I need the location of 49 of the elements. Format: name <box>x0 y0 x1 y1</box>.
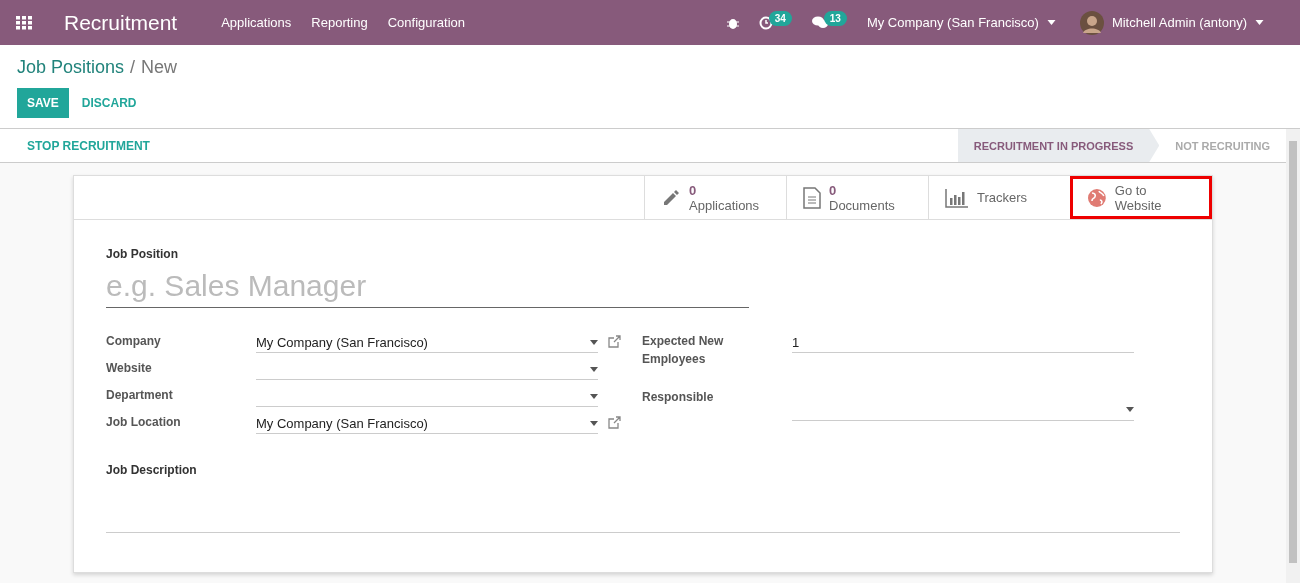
input-field[interactable]: 1 <box>792 332 1134 353</box>
caret-icon[interactable] <box>1126 407 1134 412</box>
caret-icon[interactable] <box>1046 20 1056 25</box>
activity-count-badge: 34 <box>768 11 792 26</box>
company-switcher[interactable]: My Company (San Francisco) <box>866 15 1056 30</box>
save-button[interactable]: SAVE <box>17 88 69 118</box>
external-link-icon[interactable] <box>608 335 621 348</box>
field-label: Department <box>106 387 174 404</box>
scrollbar[interactable] <box>1286 129 1300 583</box>
breadcrumb-current: New <box>141 57 178 78</box>
discard-button[interactable]: DISCARD <box>71 88 147 118</box>
field-label: Job Position <box>106 247 178 261</box>
stop-recruitment-button[interactable]: STOP RECRUITMENT <box>17 130 160 161</box>
field-label: Company <box>106 333 162 350</box>
message-count-badge: 13 <box>823 11 847 26</box>
caret-icon[interactable] <box>590 420 598 426</box>
avatar[interactable] <box>1079 10 1104 35</box>
external-link-icon[interactable] <box>608 416 621 429</box>
breadcrumb-separator: / <box>130 57 136 78</box>
clock-icon[interactable] <box>758 15 773 30</box>
chat-icon[interactable] <box>811 16 828 29</box>
app-title: Recruitment <box>64 10 178 35</box>
select-field[interactable]: My Company (San Francisco) <box>256 413 598 434</box>
pencil-icon <box>661 187 681 208</box>
caret-icon[interactable] <box>590 366 598 372</box>
caret-icon[interactable] <box>590 339 598 345</box>
globe-icon <box>1087 187 1107 208</box>
field-label: Expected New Employees <box>642 333 725 368</box>
stat-button[interactable]: 0 Documents <box>786 176 928 219</box>
bug-icon[interactable] <box>726 16 739 29</box>
caret-icon[interactable] <box>590 393 598 399</box>
field-label: Job Location <box>106 414 182 431</box>
stat-button[interactable]: 0 Applications <box>644 176 786 219</box>
menu-item[interactable]: Reporting <box>311 15 368 30</box>
breadcrumb-link[interactable]: Job Positions <box>17 57 125 78</box>
field-label: Website <box>106 360 153 377</box>
stat-button[interactable]: Go to Website <box>1070 176 1212 219</box>
document-icon <box>803 186 821 209</box>
status-stage[interactable]: RECRUITMENT IN PROGRESS <box>957 129 1160 162</box>
field-label: Job Description <box>106 463 197 477</box>
apps-menu-icon[interactable] <box>16 15 32 30</box>
menu-item[interactable]: Applications <box>221 15 292 30</box>
bar-chart-icon <box>945 187 969 208</box>
field-label: Responsible <box>642 388 715 406</box>
user-menu[interactable]: Mitchell Admin (antony) <box>1079 10 1264 35</box>
caret-icon[interactable] <box>1255 20 1264 25</box>
select-field[interactable]: My Company (San Francisco) <box>256 332 598 353</box>
menu-item[interactable]: Configuration <box>387 15 465 30</box>
stat-button[interactable]: Trackers <box>928 176 1070 219</box>
